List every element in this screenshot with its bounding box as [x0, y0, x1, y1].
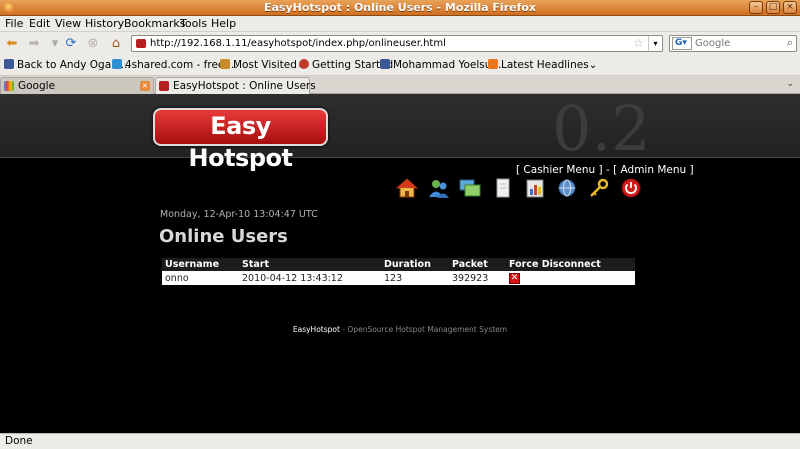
forward-dropdown-icon[interactable]: ▾: [47, 36, 63, 52]
search-engine-icon[interactable]: G▾: [672, 37, 692, 50]
link-separator: -: [602, 164, 614, 176]
page-title: Online Users: [159, 226, 288, 247]
site-favicon-icon: [136, 39, 146, 48]
bookmark-item[interactable]: 4shared.com - free ...: [112, 59, 238, 71]
home-icon[interactable]: ⌂: [108, 36, 124, 52]
close-window-button[interactable]: ×: [783, 1, 797, 14]
close-tab-icon[interactable]: ×: [140, 81, 150, 91]
forward-arrow-icon[interactable]: ➡: [26, 36, 42, 52]
online-users-table: Username Start Duration Packet Force Dis…: [162, 258, 635, 285]
column-header-packet: Packet: [449, 258, 506, 271]
status-bar: Done: [0, 433, 800, 449]
home-icon[interactable]: [396, 177, 418, 199]
cell-username: onno: [162, 271, 239, 285]
bookmark-star-icon[interactable]: ☆: [633, 36, 644, 50]
current-datetime: Monday, 12-Apr-10 13:04:47 UTC: [160, 209, 318, 220]
url-input[interactable]: [150, 37, 630, 50]
4shared-icon: [112, 59, 122, 69]
users-icon[interactable]: [428, 177, 450, 199]
column-header-force-disconnect: Force Disconnect: [506, 258, 635, 271]
tab-online-users[interactable]: EasyHotspot : Online Users: [155, 77, 316, 94]
tab-google[interactable]: Google ×: [0, 77, 154, 94]
facebook-icon: [4, 59, 14, 69]
tab-bar: Google × EasyHotspot : Online Users: [0, 76, 800, 94]
window-title: EasyHotspot : Online Users - Mozilla Fir…: [263, 1, 537, 14]
menu-edit[interactable]: Edit: [29, 17, 50, 30]
google-icon: [4, 81, 14, 91]
chevron-down-icon: ⌄: [588, 59, 598, 71]
table-row: onno 2010-04-12 13:43:12 123 392923 ✕: [162, 271, 635, 285]
footer-text: - OpenSource Hotspot Management System: [339, 325, 508, 334]
status-text: Done: [5, 435, 33, 447]
menu-bar: File Edit View History Bookmarks Tools H…: [0, 16, 800, 32]
rss-icon: [488, 59, 498, 69]
firefox-icon: [299, 59, 309, 69]
page-footer: EasyHotspot - OpenSource Hotspot Managem…: [0, 325, 800, 334]
menu-help[interactable]: Help: [211, 17, 236, 30]
back-arrow-icon[interactable]: ⬅: [4, 36, 20, 52]
maximize-button[interactable]: □: [766, 1, 780, 14]
folder-icon: [220, 59, 230, 69]
list-all-tabs-icon[interactable]: ⌄: [786, 79, 794, 89]
page-content: Easy Hotspot 0.2 [ Cashier Menu ] - [ Ad…: [0, 92, 800, 433]
menu-file[interactable]: File: [5, 17, 23, 30]
admin-menu-link[interactable]: [ Admin Menu ]: [613, 164, 694, 176]
cell-packet: 392923: [449, 271, 506, 285]
column-header-duration: Duration: [381, 258, 449, 271]
stop-icon[interactable]: ⊗: [85, 36, 101, 52]
bookmark-folder-most-visited[interactable]: Most Visited⌄: [220, 59, 306, 71]
bookmark-folder-latest-headlines[interactable]: Latest Headlines⌄: [488, 59, 597, 71]
version-number: 0.2: [552, 92, 651, 165]
reload-icon[interactable]: ⟳: [63, 36, 79, 52]
cell-start: 2010-04-12 13:43:12: [239, 271, 381, 285]
url-dropdown-icon[interactable]: ▾: [648, 36, 662, 51]
column-header-username: Username: [162, 258, 239, 271]
search-bar[interactable]: G▾ ⌕: [669, 35, 797, 52]
easyhotspot-logo[interactable]: Easy Hotspot: [153, 108, 328, 172]
top-links: [ Cashier Menu ] - [ Admin Menu ]: [516, 164, 694, 176]
bookmark-item[interactable]: Mohammad Yoelsu...: [380, 59, 501, 71]
logout-power-icon[interactable]: [620, 177, 642, 199]
cashier-menu-link[interactable]: [ Cashier Menu ]: [516, 164, 603, 176]
globe-icon[interactable]: [556, 177, 578, 199]
site-header: Easy Hotspot 0.2: [0, 92, 800, 172]
column-header-start: Start: [239, 258, 381, 271]
window-titlebar: EasyHotspot : Online Users - Mozilla Fir…: [0, 0, 800, 16]
cell-duration: 123: [381, 271, 449, 285]
menu-history[interactable]: History: [85, 17, 124, 30]
windows-icon[interactable]: [459, 177, 481, 199]
table-header-row: Username Start Duration Packet Force Dis…: [162, 258, 635, 271]
menu-tools[interactable]: Tools: [180, 17, 207, 30]
menu-bookmarks[interactable]: Bookmarks: [124, 17, 185, 30]
search-icon[interactable]: ⌕: [787, 36, 793, 50]
document-icon[interactable]: [492, 177, 514, 199]
report-icon[interactable]: [524, 177, 546, 199]
search-input[interactable]: [695, 37, 780, 50]
bookmarks-toolbar: Back to Andy Ogan'... 4shared.com - free…: [0, 56, 800, 76]
facebook-icon: [380, 59, 390, 69]
footer-brand: EasyHotspot: [292, 325, 340, 334]
menu-view[interactable]: View: [55, 17, 81, 30]
minimize-button[interactable]: –: [749, 1, 763, 14]
url-bar[interactable]: ☆ ▾: [131, 35, 663, 52]
site-favicon-icon: [159, 81, 169, 91]
key-icon[interactable]: [588, 177, 610, 199]
force-disconnect-icon[interactable]: ✕: [509, 273, 520, 284]
cell-force-disconnect: ✕: [506, 271, 635, 285]
